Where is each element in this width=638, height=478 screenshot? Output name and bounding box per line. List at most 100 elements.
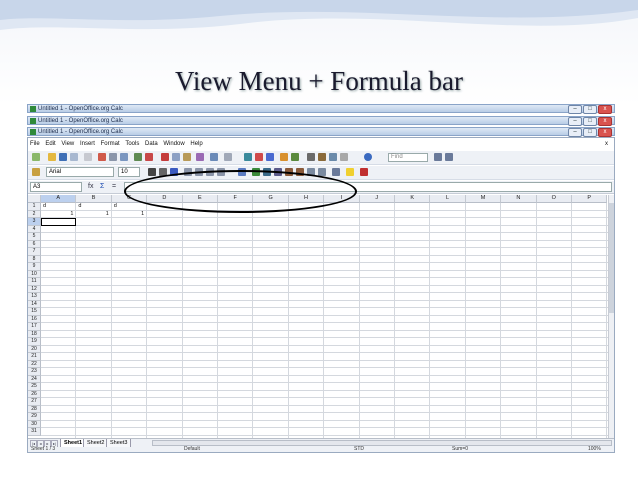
row-header-2[interactable]: 2 [28,210,41,218]
redo-icon[interactable] [224,153,232,161]
close-document-button[interactable]: x [605,140,608,149]
horizontal-scrollbar[interactable] [152,440,612,446]
export-pdf-icon[interactable] [98,153,106,161]
row-header-16[interactable]: 16 [28,315,41,323]
cell-b1[interactable]: d [78,203,81,210]
show-draw-functions-icon[interactable] [291,153,299,161]
delete-decimal-icon[interactable] [296,168,304,176]
sum-icon[interactable]: Σ [100,182,104,192]
row-header-12[interactable]: 12 [28,285,41,293]
new-icon[interactable] [32,153,40,161]
sort-descending-icon[interactable] [266,153,274,161]
align-center-icon[interactable] [195,168,203,176]
page-preview-icon[interactable] [120,153,128,161]
undo-icon[interactable] [210,153,218,161]
cell-c1[interactable]: d [114,203,117,210]
borders-icon[interactable] [332,168,340,176]
clone-formatting-icon[interactable] [196,153,204,161]
minimize-button[interactable]: – [568,117,582,126]
data-sources-icon[interactable] [340,153,348,161]
font-size-select[interactable]: 10 [118,167,140,177]
row-header-17[interactable]: 17 [28,323,41,331]
row-header-3[interactable]: 3 [28,218,41,226]
spreadsheet-grid[interactable]: A B C D E F G H I J K L M N O P 1 2 3 4 5 6 7 8 9 10 11 12 13 14 15 16 1… [28,195,608,438]
menu-tools[interactable]: Tools [125,141,139,147]
column-header-j[interactable]: J [359,195,395,203]
row-header-11[interactable]: 11 [28,278,41,286]
row-header-21[interactable]: 21 [28,353,41,361]
row-header-4[interactable]: 4 [28,225,41,233]
row-header-6[interactable]: 6 [28,240,41,248]
column-header-b[interactable]: B [76,195,112,203]
row-header-27[interactable]: 27 [28,398,41,406]
increase-indent-icon[interactable] [318,168,326,176]
column-header-k[interactable]: K [395,195,431,203]
justify-icon[interactable] [217,168,225,176]
column-header-h[interactable]: H [288,195,325,203]
column-header-m[interactable]: M [465,195,502,203]
menu-data[interactable]: Data [145,141,158,147]
find-replace-icon[interactable] [307,153,315,161]
styles-icon[interactable] [32,168,40,176]
close-button[interactable]: x [598,105,612,114]
row-header-5[interactable]: 5 [28,233,41,241]
print-icon[interactable] [109,153,117,161]
row-header-14[interactable]: 14 [28,300,41,308]
window-title-bar-1[interactable]: Untitled 1 - OpenOffice.org Calc – □ x [27,104,615,114]
window-title-bar-2[interactable]: Untitled 1 - OpenOffice.org Calc – □ x [27,116,615,126]
find-input[interactable]: Find [388,153,428,162]
row-header-23[interactable]: 23 [28,368,41,376]
maximize-button[interactable]: □ [583,105,597,114]
menu-format[interactable]: Format [101,141,120,147]
cut-icon[interactable] [161,153,169,161]
row-header-29[interactable]: 29 [28,413,41,421]
sort-ascending-icon[interactable] [255,153,263,161]
function-icon[interactable]: = [112,182,116,192]
vertical-scroll-thumb[interactable] [609,203,614,313]
decrease-indent-icon[interactable] [307,168,315,176]
cell-a2[interactable]: 1 [41,211,73,218]
row-header-19[interactable]: 19 [28,338,41,346]
hyperlink-icon[interactable] [244,153,252,161]
align-left-icon[interactable] [184,168,192,176]
row-header-30[interactable]: 30 [28,420,41,428]
formula-input-line[interactable] [124,182,612,192]
menu-help[interactable]: Help [190,141,202,147]
menu-file[interactable]: File [30,141,40,147]
column-header-c[interactable]: C [111,195,148,203]
minimize-button[interactable]: – [568,128,582,137]
column-header-n[interactable]: N [501,195,537,203]
paste-icon[interactable] [183,153,191,161]
row-header-20[interactable]: 20 [28,345,41,353]
standard-format-icon[interactable] [274,168,282,176]
row-header-7[interactable]: 7 [28,248,41,256]
menu-view[interactable]: View [61,141,74,147]
save-icon[interactable] [59,153,67,161]
column-header-a[interactable]: A [41,195,77,203]
row-header-28[interactable]: 28 [28,405,41,413]
find-previous-icon[interactable] [445,153,453,161]
autospellcheck-icon[interactable] [145,153,153,161]
cell-c2[interactable]: 1 [112,211,144,218]
cell-a1[interactable]: d [43,203,46,210]
row-header-18[interactable]: 18 [28,330,41,338]
row-header-13[interactable]: 13 [28,293,41,301]
column-header-o[interactable]: O [536,195,572,203]
menu-window[interactable]: Window [163,141,184,147]
name-box[interactable]: A3 [30,182,82,192]
edit-file-icon[interactable] [84,153,92,161]
row-header-24[interactable]: 24 [28,375,41,383]
navigator-icon[interactable] [318,153,326,161]
open-icon[interactable] [48,153,56,161]
row-header-9[interactable]: 9 [28,263,41,271]
maximize-button[interactable]: □ [583,128,597,137]
column-header-i[interactable]: I [324,195,360,203]
column-header-p[interactable]: P [572,195,608,203]
menu-insert[interactable]: Insert [80,141,95,147]
row-header-10[interactable]: 10 [28,270,41,278]
function-wizard-icon[interactable]: fx [88,182,93,192]
column-header-d[interactable]: D [147,195,183,203]
maximize-button[interactable]: □ [583,117,597,126]
row-header-15[interactable]: 15 [28,308,41,316]
row-header-31[interactable]: 31 [28,428,41,436]
